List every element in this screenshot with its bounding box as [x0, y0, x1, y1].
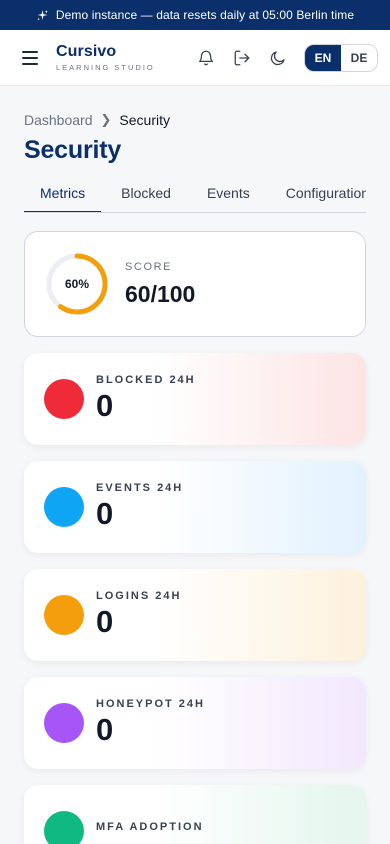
page-title: Security [24, 136, 122, 164]
score-value: 60/100 [125, 280, 196, 307]
tab-events[interactable]: Events [191, 185, 266, 212]
lang-de-button[interactable]: DE [341, 44, 377, 71]
tab-configuration[interactable]: Configuration [270, 185, 366, 212]
metric-label: BLOCKED 24H [96, 373, 196, 386]
status-dot-icon [44, 487, 84, 527]
metric-card: MFA ADOPTION [24, 785, 366, 844]
app-header: Cursivo LEARNING STUDIO EN DE [0, 30, 390, 86]
chevron-right-icon: ❯ [100, 112, 112, 127]
breadcrumb-current: Security [119, 112, 170, 128]
metric-label: LOGINS 24H [96, 589, 182, 602]
metric-label: HONEYPOT 24H [96, 697, 205, 710]
metric-value: 0 [96, 603, 114, 639]
score-label: SCORE [125, 260, 173, 273]
metric-label: EVENTS 24H [96, 481, 184, 494]
breadcrumb: Dashboard ❯ Security [24, 112, 366, 128]
status-dot-icon [44, 595, 84, 635]
theme-toggle-button[interactable] [260, 40, 296, 76]
language-switcher: EN DE [304, 43, 378, 72]
menu-icon[interactable] [22, 50, 38, 65]
moon-icon [270, 50, 285, 65]
metric-value: 0 [96, 495, 114, 531]
metric-value: 0 [96, 387, 114, 423]
brand-logo[interactable]: Cursivo LEARNING STUDIO [56, 42, 155, 72]
notifications-button[interactable] [188, 40, 224, 76]
logout-icon [234, 50, 250, 65]
tab-metrics[interactable]: Metrics [24, 185, 102, 212]
bell-icon [198, 50, 214, 65]
metric-card: EVENTS 24H 0 [24, 461, 366, 553]
tab-blocked[interactable]: Blocked [105, 185, 187, 212]
metric-card: HONEYPOT 24H 0 [24, 677, 366, 769]
status-dot-icon [44, 811, 84, 844]
status-dot-icon [44, 379, 84, 419]
metric-card: LOGINS 24H 0 [24, 569, 366, 661]
breadcrumb-dashboard-link[interactable]: Dashboard [24, 112, 93, 128]
main-content: Dashboard ❯ Security Security Metrics Bl… [0, 86, 390, 844]
score-percent: 60% [64, 277, 90, 291]
score-card: 60% SCORE 60/100 [24, 231, 366, 337]
sparkle-icon [37, 9, 48, 20]
metric-card: BLOCKED 24H 0 [24, 353, 366, 445]
header-actions: EN DE [188, 40, 378, 76]
demo-banner: Demo instance — data resets daily at 05:… [0, 0, 390, 30]
metrics-list: BLOCKED 24H 0 EVENTS 24H 0 LOGINS 24H 0 HONEYP… [24, 353, 366, 844]
score-gauge: 60% [45, 252, 109, 316]
lang-en-button[interactable]: EN [305, 44, 341, 71]
brand-name: Cursivo [56, 42, 117, 60]
brand-subtitle: LEARNING STUDIO [56, 62, 155, 72]
tab-bar: Metrics Blocked Events Configuration [24, 185, 366, 213]
metric-label: MFA ADOPTION [96, 821, 204, 833]
status-dot-icon [44, 703, 84, 743]
banner-text: Demo instance — data resets daily at 05:… [55, 8, 355, 22]
logout-button[interactable] [224, 40, 260, 76]
metric-value: 0 [96, 711, 114, 747]
